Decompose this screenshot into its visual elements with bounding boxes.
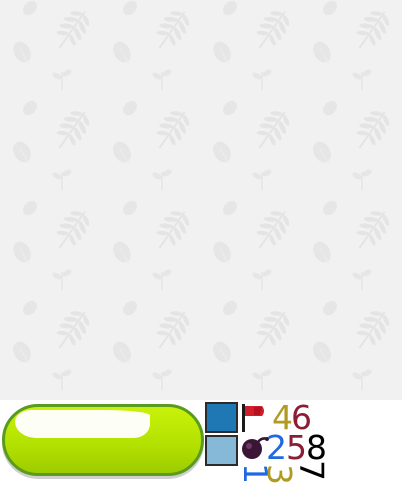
digit-7-rotated: 7	[292, 460, 331, 481]
leaf-pattern-background	[0, 0, 402, 400]
game-board[interactable]	[0, 0, 402, 400]
control-bar: 4 6 2 5 8 1 3 7	[0, 400, 402, 485]
color-swatch-light-blue[interactable]	[205, 435, 238, 466]
button-gloss	[15, 410, 150, 438]
digit-2: 2	[266, 428, 287, 467]
start-button[interactable]	[2, 404, 204, 476]
color-swatch-dark-blue[interactable]	[205, 402, 238, 433]
